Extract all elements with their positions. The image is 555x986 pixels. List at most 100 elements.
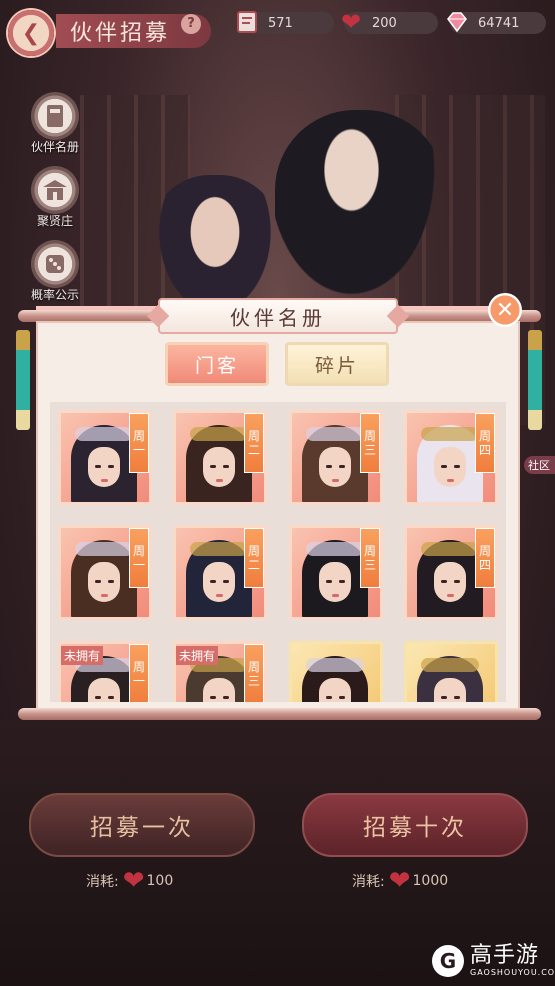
weekday-char: 三: [363, 558, 376, 572]
partner-portrait: [71, 540, 137, 617]
partner-card[interactable]: 周二: [173, 410, 267, 505]
tassel-left: [16, 330, 30, 430]
partner-portrait: [302, 425, 368, 502]
close-icon: ✕: [495, 297, 515, 323]
watermark: G 高手游 GAOSHOUYOU.COM: [432, 944, 555, 977]
partner-card[interactable]: 周一: [58, 525, 152, 620]
panel-title-text: 伙伴名册: [230, 305, 326, 330]
tab-retainers-label: 门客: [194, 354, 239, 377]
community-badge[interactable]: 社区: [524, 456, 555, 474]
gem-icon: [444, 8, 470, 36]
partner-card[interactable]: 周二: [173, 525, 267, 620]
partner-portrait: [417, 656, 483, 702]
recruit-once-label: 招募一次: [90, 815, 194, 841]
weekday-tag: 周三: [360, 413, 380, 473]
partner-grid: 周一周二周三周四周一周二周三周四周一未拥有周三未拥有: [50, 402, 506, 702]
weekday-char: 一: [132, 443, 145, 457]
partner-card[interactable]: 周三: [289, 410, 383, 505]
cost-once-label: 消耗:: [86, 874, 119, 890]
partner-card[interactable]: [289, 641, 383, 702]
scroll-rod-bottom: [18, 708, 541, 720]
partner-card[interactable]: 周四: [404, 410, 498, 505]
weekday-tag: 周一: [129, 644, 149, 702]
partner-card[interactable]: 周三 未拥有: [173, 641, 267, 702]
partner-card[interactable]: 周四: [404, 525, 498, 620]
resource-heart[interactable]: ❤ 200: [341, 8, 438, 36]
weekday-tag: 周二: [244, 413, 264, 473]
partner-portrait: [302, 656, 368, 702]
weekday-char: 周: [132, 544, 145, 558]
side-menu-pavilion-label: 聚贤庄: [36, 214, 73, 228]
cost-once: 消耗: ❤ 100: [86, 866, 173, 896]
weekday-tag: 周三: [360, 528, 380, 588]
side-menu-roster[interactable]: 伙伴名册: [26, 92, 84, 155]
resource-ticket[interactable]: 571: [237, 11, 334, 34]
partner-card[interactable]: [404, 641, 498, 702]
panel-title: 伙伴名册: [158, 298, 398, 334]
partner-card[interactable]: 周三: [289, 525, 383, 620]
heart-icon: ❤: [122, 866, 145, 896]
weekday-tag: 周一: [129, 528, 149, 588]
tassel-right: [528, 330, 542, 430]
book-icon: [31, 92, 79, 140]
weekday-tag: 周一: [129, 413, 149, 473]
weekday-char: 四: [478, 558, 491, 572]
weekday-tag: 周三: [244, 644, 264, 702]
back-arrow-icon: ❮: [21, 20, 41, 46]
watermark-url: GAOSHOUYOU.COM: [470, 968, 555, 977]
partner-portrait: [71, 425, 137, 502]
page-title-text: 伙伴招募: [70, 21, 171, 46]
side-menu-pavilion[interactable]: 聚贤庄: [26, 166, 84, 229]
weekday-char: 周: [247, 660, 260, 674]
watermark-logo: G: [432, 944, 464, 977]
partner-portrait: [186, 540, 252, 617]
partner-portrait: [417, 425, 483, 502]
side-menu-probability-label: 概率公示: [30, 288, 79, 302]
weekday-tag: 周四: [475, 528, 495, 588]
tab-fragments[interactable]: 碎片: [285, 342, 389, 386]
not-owned-badge: 未拥有: [176, 646, 219, 665]
recruit-ten-label: 招募十次: [363, 815, 467, 841]
not-owned-badge: 未拥有: [61, 646, 104, 665]
pavilion-icon: [31, 166, 79, 214]
weekday-char: 周: [363, 544, 376, 558]
partner-card[interactable]: 周一: [58, 410, 152, 505]
partner-portrait: [302, 540, 368, 617]
weekday-char: 二: [247, 558, 260, 572]
side-menu-roster-label: 伙伴名册: [30, 140, 79, 154]
ticket-icon: [234, 8, 260, 36]
tab-retainers[interactable]: 门客: [165, 342, 269, 386]
weekday-char: 二: [247, 443, 260, 457]
back-button[interactable]: ❮: [8, 10, 54, 56]
character-male: [275, 110, 445, 310]
weekday-char: 周: [132, 660, 145, 674]
dice-icon: [31, 240, 79, 288]
weekday-tag: 周二: [244, 528, 264, 588]
heart-icon: ❤: [388, 866, 411, 896]
recruit-once-button[interactable]: 招募一次: [29, 793, 255, 857]
cost-ten-label: 消耗:: [352, 874, 385, 890]
weekday-char: 三: [247, 674, 260, 688]
resource-gem[interactable]: 64741: [447, 12, 546, 34]
watermark-name: 高手游: [470, 943, 540, 968]
side-menu-probability[interactable]: 概率公示: [26, 240, 84, 303]
cost-ten-value: 1000: [412, 873, 449, 889]
weekday-char: 三: [363, 443, 376, 457]
close-button[interactable]: ✕: [488, 293, 522, 327]
weekday-char: 周: [478, 544, 491, 558]
help-icon[interactable]: ?: [181, 14, 201, 34]
weekday-char: 周: [478, 429, 491, 443]
cost-ten: 消耗: ❤ 1000: [352, 866, 449, 896]
weekday-char: 周: [132, 429, 145, 443]
weekday-char: 周: [363, 429, 376, 443]
tab-fragments-label: 碎片: [314, 354, 359, 377]
weekday-char: 四: [478, 443, 491, 457]
partner-card[interactable]: 周一 未拥有: [58, 641, 152, 702]
weekday-char: 一: [132, 674, 145, 688]
weekday-char: 周: [247, 429, 260, 443]
partner-portrait: [186, 425, 252, 502]
recruit-ten-button[interactable]: 招募十次: [302, 793, 528, 857]
weekday-char: 一: [132, 558, 145, 572]
partner-portrait: [417, 540, 483, 617]
heart-icon: ❤: [340, 8, 362, 36]
